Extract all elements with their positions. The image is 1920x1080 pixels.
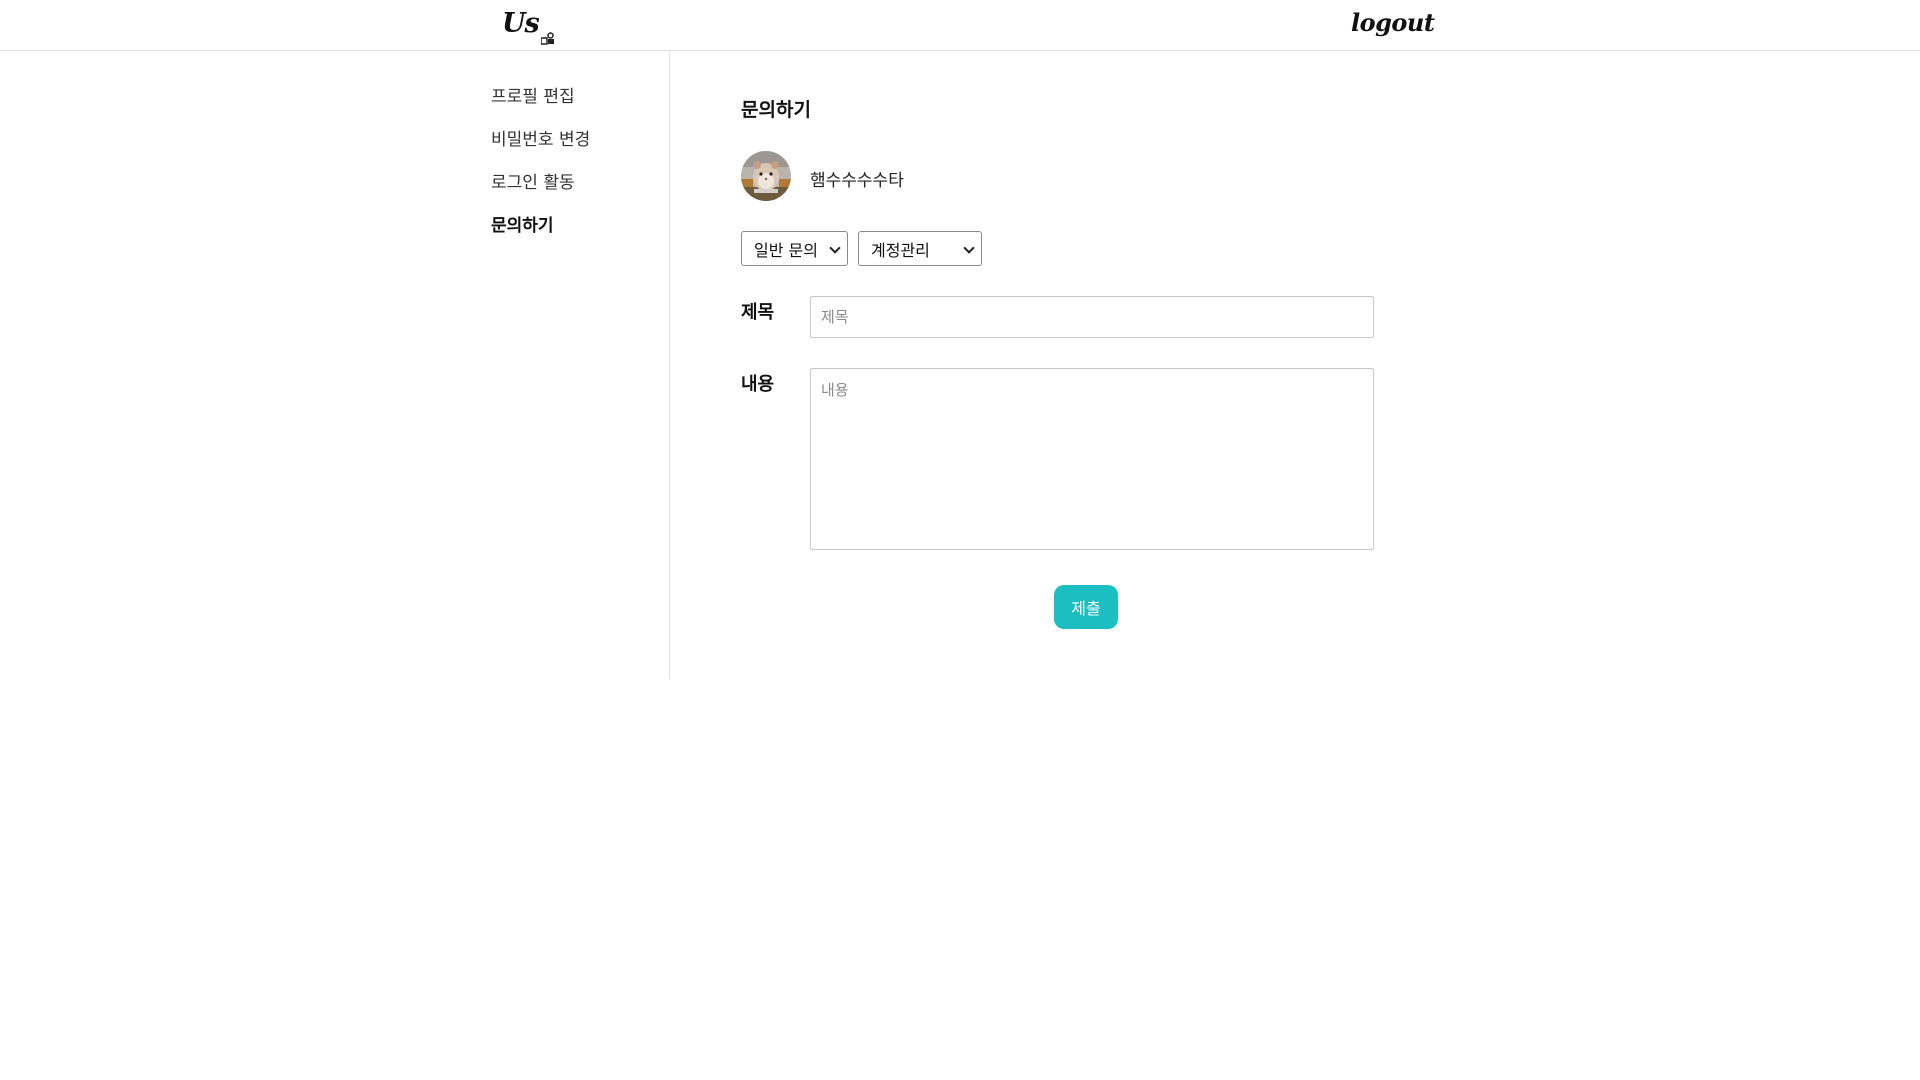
submit-button[interactable]: 제출 (1054, 585, 1118, 629)
subcategory-select[interactable]: 계정관리 (858, 231, 982, 266)
hamster-avatar-icon (741, 151, 791, 201)
sidebar-item-change-password[interactable]: 비밀번호 변경 (491, 125, 590, 150)
content-field-label: 내용 (741, 374, 775, 395)
subcategory-select-value: 계정관리 (871, 240, 930, 260)
chevron-down-icon (963, 242, 975, 254)
logo[interactable]: Us (502, 8, 554, 45)
chevron-down-icon (829, 242, 841, 254)
logo-text: Us (502, 8, 540, 39)
top-header: Us logout (0, 0, 1920, 51)
logo-mark-icon (540, 21, 554, 45)
category-select-value: 일반 문의 (754, 240, 818, 260)
sidebar-item-inquiry[interactable]: 문의하기 (491, 211, 554, 236)
title-field-label: 제목 (741, 302, 775, 323)
settings-sidebar: 프로필 편집 비밀번호 변경 로그인 활동 문의하기 (490, 51, 670, 679)
category-select[interactable]: 일반 문의 (741, 231, 848, 266)
sidebar-item-edit-profile[interactable]: 프로필 편집 (491, 82, 575, 107)
content-textarea[interactable] (810, 368, 1374, 550)
username: 햄수수수수타 (810, 171, 904, 191)
page-title: 문의하기 (741, 99, 811, 121)
title-input[interactable] (810, 296, 1374, 338)
sidebar-item-login-activity[interactable]: 로그인 활동 (491, 168, 575, 193)
logout-link[interactable]: logout (1351, 8, 1435, 37)
